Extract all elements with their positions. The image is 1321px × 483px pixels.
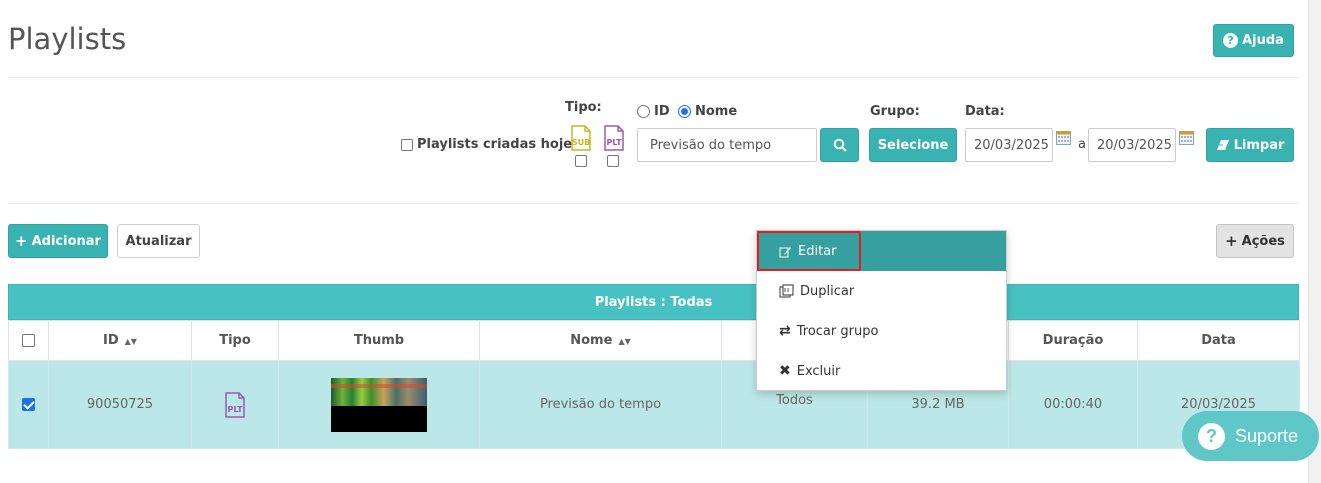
search-by-id-radio[interactable] [637,105,650,118]
menu-item-label: Excluir [796,363,841,379]
sort-icon: ▲▼ [124,337,137,346]
search-by-id-label: ID [654,104,670,119]
eraser-icon [1216,140,1229,150]
date-to-value: 20/03/2025 [1097,137,1172,153]
playlists-table: Playlists : Todas ID ▲▼ Tipo Thumb Nome ▲▼… [8,284,1300,449]
date-from-input[interactable]: 20/03/2025 [965,128,1053,162]
column-header-thumb: Thumb [278,320,480,361]
calendar-icon[interactable] [1179,130,1194,145]
column-header-data: Data [1137,320,1300,361]
page-scrollbar[interactable] [1308,0,1321,483]
column-header-nome[interactable]: Nome ▲▼ [479,320,722,361]
cell-tipo: PLT [191,360,279,449]
support-label: Suporte [1235,425,1299,446]
help-button[interactable]: ? Ajuda [1213,24,1294,57]
question-icon: ? [1223,33,1239,48]
tipo-plt-checkbox[interactable] [607,155,619,167]
page-title: Playlists [8,22,127,56]
column-header-id[interactable]: ID ▲▼ [48,320,192,361]
data-label: Data: [965,104,1005,119]
refresh-button[interactable]: Atualizar [117,224,200,258]
grupo-select-label: Selecione [877,137,949,153]
add-playlist-label: Adicionar [31,233,101,249]
sub-file-icon: SUB [571,125,591,151]
sort-icon: ▲▼ [618,337,631,346]
tipo-label: Tipo: [565,100,602,115]
table-title: Playlists : Todas [8,284,1299,320]
tipo-sub-checkbox[interactable] [575,155,587,167]
cell-nome: Previsão do tempo [479,360,722,449]
column-header-label: Thumb [353,333,405,348]
divider [8,77,1299,78]
search-by-name-label: Nome [695,104,738,119]
search-by-name-radio[interactable] [678,105,691,118]
clear-filters-label: Limpar [1233,137,1285,153]
close-icon: ✖ [779,363,791,379]
column-header-tipo: Tipo [191,320,279,361]
highlight-box [757,231,861,271]
table-header-row: ID ▲▼ Tipo Thumb Nome ▲▼ Duração Data [8,320,1300,361]
plt-file-text: PLT [606,138,622,147]
plt-file-icon: PLT [604,125,624,151]
actions-label: Ações [1241,233,1285,249]
row-checkbox[interactable] [22,398,35,411]
column-header-label: Duração [1042,333,1104,348]
duplicate-icon [779,284,794,298]
column-header-label: Data [1201,333,1236,348]
add-playlist-button[interactable]: + Adicionar [8,224,108,258]
grupo-select-button[interactable]: Selecione [869,128,957,162]
support-button[interactable]: ? Suporte [1182,411,1319,461]
menu-item-duplicar[interactable]: Duplicar [757,271,1006,311]
column-header-label: ID [103,333,119,348]
plt-file-text: PLT [227,405,243,414]
actions-button[interactable]: + Ações [1216,224,1294,258]
plt-file-icon: PLT [225,391,245,418]
search-icon [833,138,847,152]
menu-item-excluir[interactable]: ✖ Excluir [757,351,1006,391]
date-to-input[interactable]: 20/03/2025 [1088,128,1176,162]
created-today-checkbox[interactable] [401,139,413,151]
swap-icon: ⇄ [779,323,791,339]
search-button[interactable] [820,128,859,162]
plus-icon: + [15,232,28,250]
clear-filters-button[interactable]: Limpar [1206,128,1294,162]
calendar-icon[interactable] [1056,130,1071,145]
grupo-label: Grupo: [870,104,920,119]
menu-item-label: Duplicar [800,283,855,299]
menu-item-label: Trocar grupo [796,323,879,339]
plus-icon: + [1225,232,1238,250]
refresh-label: Atualizar [125,233,192,249]
created-today-label: Playlists criadas hoje [417,137,573,152]
search-input[interactable]: Previsão do tempo [637,128,817,162]
row-select-cell [8,360,49,449]
divider [8,203,1299,204]
cell-grupo-value: Todos [776,393,813,408]
column-header-duracao: Duração [1008,320,1138,361]
select-all-cell [8,320,49,361]
cell-duracao: 00:00:40 [1008,360,1138,449]
playlist-thumbnail[interactable] [331,377,427,432]
help-button-label: Ajuda [1242,33,1284,48]
cell-id: 90050725 [48,360,192,449]
cell-thumb [278,360,480,449]
select-all-checkbox[interactable] [22,334,35,347]
date-from-value: 20/03/2025 [974,137,1049,153]
sub-file-text: SUB [572,138,590,147]
menu-item-trocar-grupo[interactable]: ⇄ Trocar grupo [757,311,1006,351]
column-header-label: Tipo [219,333,251,348]
column-header-label: Nome [570,333,613,348]
search-input-value: Previsão do tempo [650,137,772,153]
date-separator: a [1078,137,1086,152]
table-row[interactable]: 90050725 PLT Previsão do tempo Todos 39.… [8,360,1300,449]
question-icon: ? [1198,422,1225,450]
